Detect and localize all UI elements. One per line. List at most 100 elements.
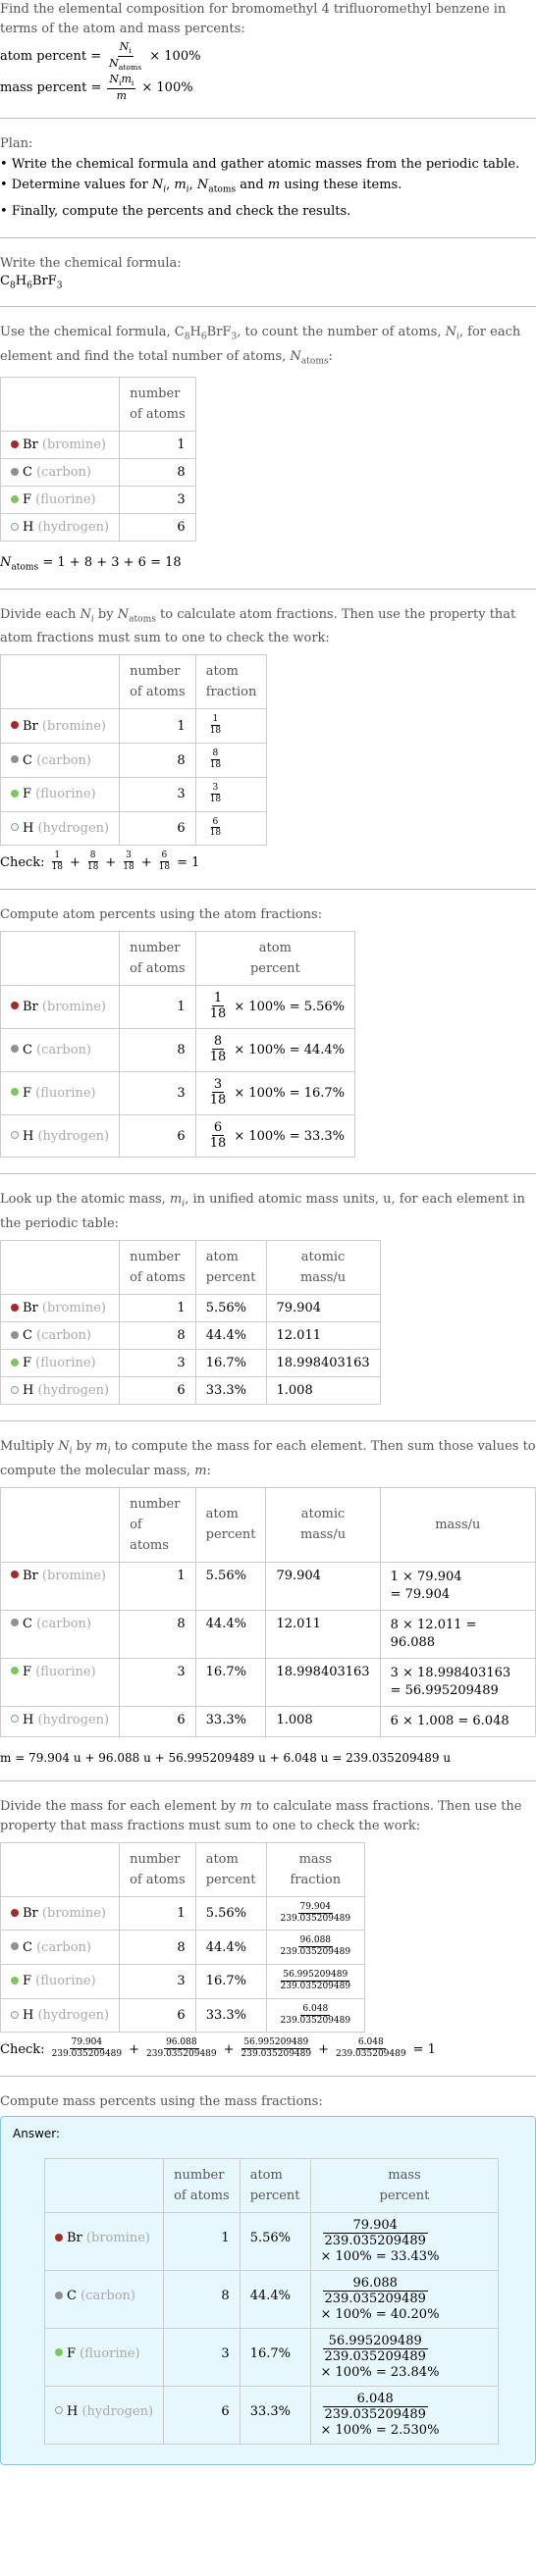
molecular-mass-sum: m = 79.904 u + 96.088 u + 56.995209489 u… (0, 1750, 452, 1765)
atom-fraction-table: number of atoms atom fraction Br (bromine) 1… (0, 654, 268, 847)
mass-percent-result: × 100% = 33.43% (320, 2249, 440, 2264)
atom-percent-calc: 3 18 × 100% = 16.7% (194, 1070, 356, 1115)
mass-fraction-step-text: Divide the mass for each element by m to… (0, 1798, 522, 1833)
divider (0, 236, 536, 238)
element-color-dot-icon (11, 823, 19, 832)
fraction: 96.088 239.035209489 (144, 2038, 219, 2060)
mass-percent-result: × 100% = 2.530% (320, 2422, 440, 2438)
element-name: (hydrogen) (37, 520, 110, 536)
atom-count: 3 (119, 1657, 196, 1707)
lookup-step-text: Look up the atomic mass, mi, in unified … (0, 1192, 525, 1232)
mass-percent-table: number of atoms atom percent mass percent Br … (43, 2158, 500, 2445)
table-row: C (carbon) 8 44.4% 12.011 (0, 1321, 381, 1351)
element-cell: F (fluorine) (0, 1349, 121, 1378)
numerator: 6.048 (322, 2392, 428, 2408)
numerator: 1 (211, 990, 225, 1007)
fraction: 6 18 (208, 816, 223, 840)
mass-percent-calc: 6.048 239.035209489 × 100% = 2.530% (309, 2385, 500, 2445)
mass-percent-formula: mass percent = Nimi m × 100% (0, 73, 193, 102)
element-symbol: F (23, 1085, 32, 1101)
fraction: 56.995209489 239.035209489 (240, 2038, 314, 2060)
plan-section: Plan: • Write the chemical formula and g… (0, 134, 536, 222)
element-symbol: C (23, 1939, 32, 1955)
fraction: 96.088 239.035209489 (322, 2276, 428, 2307)
element-name: (hydrogen) (37, 820, 110, 836)
element-symbol: Br (23, 999, 38, 1014)
element-cell: H (hydrogen) (0, 1113, 121, 1159)
mass-fraction-table: number of atoms atom percent mass fraction Br… (0, 1841, 366, 2034)
element-symbol: Br (23, 1301, 38, 1316)
atom-percent: 5.56% (194, 1895, 267, 1932)
atom-count: 1 (119, 1294, 196, 1323)
table-row: C (carbon) 8 44.4% 96.088 239.035209489 (0, 1930, 366, 1966)
numerator: 96.088 (322, 2276, 428, 2293)
atomic-mass: 12.011 (265, 1609, 381, 1659)
intro-text: Find the elemental composition for bromo… (0, 2, 507, 36)
mass-table: number of atoms atom percent atomic mass/u mas… (0, 1486, 536, 1737)
table-row: H (hydrogen) 6 33.3% 1.008 6 × 1.008 = 6.048 (0, 1705, 536, 1737)
denominator: 18 (209, 1006, 227, 1022)
atom-count: 1 (163, 2212, 241, 2271)
element-mass: 6 × 1.008 = 6.048 (379, 1705, 536, 1737)
element-name: (hydrogen) (81, 2403, 154, 2419)
table-row: Br (bromine) 1 5.56% 79.904 1 × 79.904 = 79.9… (0, 1561, 536, 1611)
element-color-dot-icon (11, 789, 19, 798)
atom-count: 3 (119, 1964, 196, 1999)
atomic-mass: 1.008 (265, 1705, 381, 1737)
numerator: 96.088 (164, 2037, 199, 2050)
element-name: (fluorine) (35, 1356, 96, 1371)
element-symbol: C (23, 1328, 32, 1344)
answer-box: Answer: number of atoms atom percent mass per… (0, 2116, 536, 2465)
numerator: 3 (124, 850, 134, 863)
element-cell: F (fluorine) (0, 776, 121, 812)
atom-count: 8 (163, 2270, 241, 2329)
element-name: (fluorine) (35, 787, 96, 802)
fraction: 8 18 (208, 1034, 229, 1065)
numerator: 6 (210, 816, 221, 829)
numerator: 3 (210, 782, 221, 795)
element-color-dot-icon (11, 467, 19, 476)
element-cell: C (carbon) (0, 743, 121, 778)
atomic-mass: 79.904 (265, 1294, 381, 1323)
intro-section: Find the elemental composition for bromo… (0, 0, 536, 102)
element-cell: Br (bromine) (0, 1895, 121, 1932)
table-row: F (fluorine) 3 16.7% 56.995209489 239.035209… (0, 1964, 366, 1999)
table-row: F (fluorine) 3 16.7% 18.998403163 (0, 1349, 381, 1378)
fraction-step-text: Divide each Ni by Natoms to calculate at… (0, 606, 516, 646)
multiply-step-text: Multiply Ni by mi to compute the mass fo… (0, 1439, 536, 1478)
check-result: = 1 (177, 854, 200, 870)
fraction: 79.904 239.035209489 (279, 1902, 353, 1925)
mass-result: = 79.904 (390, 1586, 451, 1602)
atomic-mass: 12.011 (265, 1321, 381, 1351)
element-name: (fluorine) (80, 2345, 140, 2361)
plus-sign: + (129, 2041, 140, 2057)
atom-percent: 44.4% (194, 1609, 267, 1659)
element-color-dot-icon (11, 1385, 19, 1394)
fraction-section: Divide each Ni by Natoms to calculate at… (0, 605, 536, 873)
numerator: 8 (87, 850, 98, 863)
atom-percent-calc: 1 18 × 100% = 5.56% (194, 984, 356, 1029)
numerator: 6 (159, 850, 170, 863)
divider (0, 306, 536, 308)
element-color-dot-icon (11, 1619, 19, 1627)
element-name: (fluorine) (35, 492, 96, 508)
element-symbol: F (23, 492, 32, 508)
element-color-dot-icon (11, 721, 19, 730)
atom-fraction-check: Check: 1 18 +8 18 +3 18 +6 18 = 1 (0, 850, 200, 873)
element-cell: H (hydrogen) (0, 1376, 121, 1406)
plus-sign: + (105, 854, 117, 870)
mass-percent-calc: 56.995209489 239.035209489 × 100% = 23.84% (309, 2327, 500, 2387)
atom-percent-result: × 100% = 5.56% (230, 999, 346, 1014)
plus-sign: + (223, 2041, 235, 2057)
element-name: (bromine) (41, 1568, 106, 1583)
mass-calc: 8 × 12.011 = 96.088 (390, 1617, 477, 1650)
element-cell: C (carbon) (43, 2270, 165, 2329)
table-row: C (carbon) 8 8 18 (0, 743, 268, 778)
table-row: H (hydrogen) 6 6 18 (0, 810, 268, 847)
plan-title: Plan: (0, 135, 33, 151)
atom-count: 8 (119, 458, 196, 488)
element-symbol: H (23, 1383, 34, 1399)
atom-percent: 44.4% (194, 1321, 267, 1351)
element-cell: F (fluorine) (0, 1070, 121, 1115)
element-cell: F (fluorine) (0, 1657, 121, 1707)
